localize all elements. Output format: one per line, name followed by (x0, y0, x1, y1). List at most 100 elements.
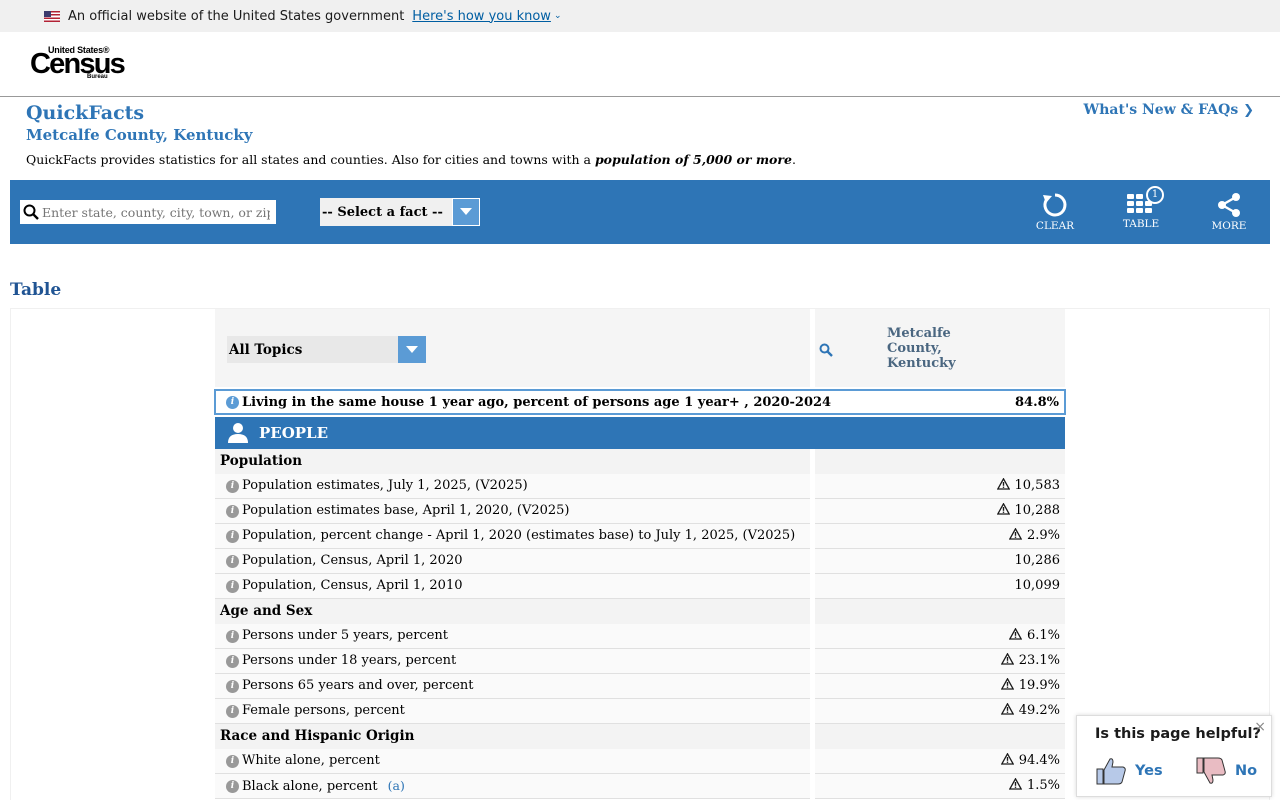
thumbs-up-icon (1096, 758, 1126, 785)
page-description: QuickFacts provides statistics for all s… (26, 152, 796, 167)
group-title: Age and Sex (220, 603, 313, 619)
info-icon[interactable]: i (226, 755, 239, 768)
fact-value: 94.4% (1018, 753, 1060, 768)
heres-how-you-know-link[interactable]: Here's how you know (412, 9, 551, 24)
fact-label: Population, Census, April 1, 2020 (242, 553, 463, 568)
flag-triangle-icon (996, 503, 1010, 515)
site-header: United States® Census Bureau (0, 32, 1280, 97)
highlighted-fact-row[interactable]: i Living in the same house 1 year ago, p… (214, 389, 1066, 415)
flag-triangle-icon (1000, 703, 1014, 715)
table-button[interactable]: 1 TABLE (1111, 186, 1171, 230)
group-header: Race and Hispanic Origin (215, 724, 1065, 749)
fact-value: 10,288 (1014, 503, 1061, 518)
info-icon[interactable]: i (226, 630, 239, 643)
feedback-widget: Is this page helpful? × Yes No (1076, 715, 1272, 797)
flag-triangle-icon (1000, 678, 1014, 690)
column-header-location: Metcalfe County, Kentucky (887, 326, 956, 371)
table-row[interactable]: i Female persons, percent 49.2% (215, 699, 1065, 724)
table-row[interactable]: i White alone, percent 94.4% (215, 749, 1065, 774)
info-icon[interactable]: i (226, 555, 239, 568)
fact-rows: Population i Population estimates, July 1,… (215, 449, 1065, 799)
fact-value: 19.9% (1018, 678, 1060, 693)
chevron-down-icon[interactable]: ⌄ (554, 11, 562, 21)
group-title: Population (220, 453, 303, 469)
more-button[interactable]: MORE (1199, 192, 1259, 232)
flag-triangle-icon (1000, 653, 1014, 665)
page-title: QuickFacts (26, 102, 145, 124)
fact-label: Population estimates, July 1, 2025, (V20… (242, 478, 528, 493)
thumbs-down-icon (1196, 757, 1226, 784)
refresh-icon (1043, 193, 1067, 217)
fact-value: 6.1% (1026, 628, 1060, 643)
chevron-right-icon: ❯ (1243, 103, 1254, 118)
clear-button[interactable]: CLEAR (1025, 192, 1085, 232)
search-input[interactable] (42, 204, 270, 220)
table-count-badge: 1 (1146, 186, 1164, 204)
info-icon[interactable]: i (226, 680, 239, 693)
info-icon[interactable]: i (226, 505, 239, 518)
table-row[interactable]: i Black alone, percent (a) 1.5% (215, 774, 1065, 799)
info-icon[interactable]: i (226, 396, 239, 409)
whats-new-link[interactable]: What's New & FAQs ❯ (1084, 102, 1254, 118)
select-fact-dropdown[interactable]: -- Select a fact -- (320, 198, 480, 226)
info-icon[interactable]: i (226, 530, 239, 543)
footnote-link[interactable]: (a) (388, 778, 405, 793)
feedback-yes-button[interactable]: Yes (1095, 756, 1163, 786)
flag-triangle-icon (1008, 778, 1022, 790)
fact-label: Persons under 5 years, percent (242, 628, 448, 643)
group-header: Age and Sex (215, 599, 1065, 624)
toolbar: -- Select a fact -- CLEAR 1 TABLE MORE (10, 180, 1270, 244)
us-flag-icon (44, 10, 60, 22)
fact-label: Female persons, percent (242, 703, 405, 718)
close-icon[interactable]: × (1254, 719, 1266, 735)
search-icon (20, 201, 42, 223)
fact-label: Persons under 18 years, percent (242, 653, 457, 668)
group-title: Race and Hispanic Origin (220, 728, 415, 744)
flag-triangle-icon (1008, 628, 1022, 640)
search-box[interactable] (20, 200, 276, 224)
table-row[interactable]: i Population, percent change - April 1, 2… (215, 524, 1065, 549)
fact-value: 10,099 (1014, 578, 1061, 593)
fact-label: Black alone, percent (242, 779, 378, 794)
flag-triangle-icon (996, 478, 1010, 490)
feedback-no-button[interactable]: No (1195, 756, 1257, 786)
census-logo[interactable]: United States® Census Bureau (30, 45, 126, 85)
table-row[interactable]: i Population estimates, July 1, 2025, (V2… (215, 474, 1065, 499)
fact-label: Persons 65 years and over, percent (242, 678, 474, 693)
info-icon[interactable]: i (226, 580, 239, 593)
table-heading: Table (10, 280, 62, 300)
fact-value: 49.2% (1018, 703, 1060, 718)
fact-value: 2.9% (1026, 528, 1060, 543)
fact-value: 10,583 (1014, 478, 1061, 493)
topics-dropdown[interactable]: All Topics (227, 336, 426, 363)
flag-triangle-icon (1008, 528, 1022, 540)
table-header-topics: All Topics (215, 309, 810, 387)
group-header: Population (215, 449, 1065, 474)
table-row[interactable]: i Persons under 18 years, percent 23.1% (215, 649, 1065, 674)
dropdown-arrow-icon[interactable] (398, 336, 426, 363)
flag-triangle-icon (1000, 753, 1014, 765)
table-row[interactable]: i Persons under 5 years, percent 6.1% (215, 624, 1065, 649)
fact-value: 10,286 (1014, 553, 1061, 568)
gov-banner-text: An official website of the United States… (68, 8, 405, 24)
people-section-header: PEOPLE (215, 417, 1065, 449)
dropdown-arrow-icon[interactable] (452, 198, 480, 226)
info-icon[interactable]: i (226, 480, 239, 493)
info-icon[interactable]: i (226, 655, 239, 668)
fact-label: Population, Census, April 1, 2010 (242, 578, 463, 593)
info-icon[interactable]: i (226, 705, 239, 718)
table-header-location: Metcalfe County, Kentucky (815, 309, 1065, 387)
fact-label: White alone, percent (242, 753, 380, 768)
table-row[interactable]: i Population, Census, April 1, 2020 10,286 (215, 549, 1065, 574)
fact-label: Population estimates base, April 1, 2020… (242, 503, 570, 518)
table-row[interactable]: i Population, Census, April 1, 2010 10,099 (215, 574, 1065, 599)
table-row[interactable]: i Population estimates base, April 1, 202… (215, 499, 1065, 524)
gov-banner: An official website of the United States… (0, 0, 1280, 32)
column-search-icon[interactable] (819, 342, 833, 361)
info-icon[interactable]: i (226, 780, 239, 793)
fact-value: 1.5% (1026, 778, 1060, 793)
fact-value: 23.1% (1018, 653, 1060, 668)
location-title: Metcalfe County, Kentucky (26, 126, 253, 144)
table-row[interactable]: i Persons 65 years and over, percent 19.9% (215, 674, 1065, 699)
feedback-question: Is this page helpful? (1095, 726, 1261, 742)
